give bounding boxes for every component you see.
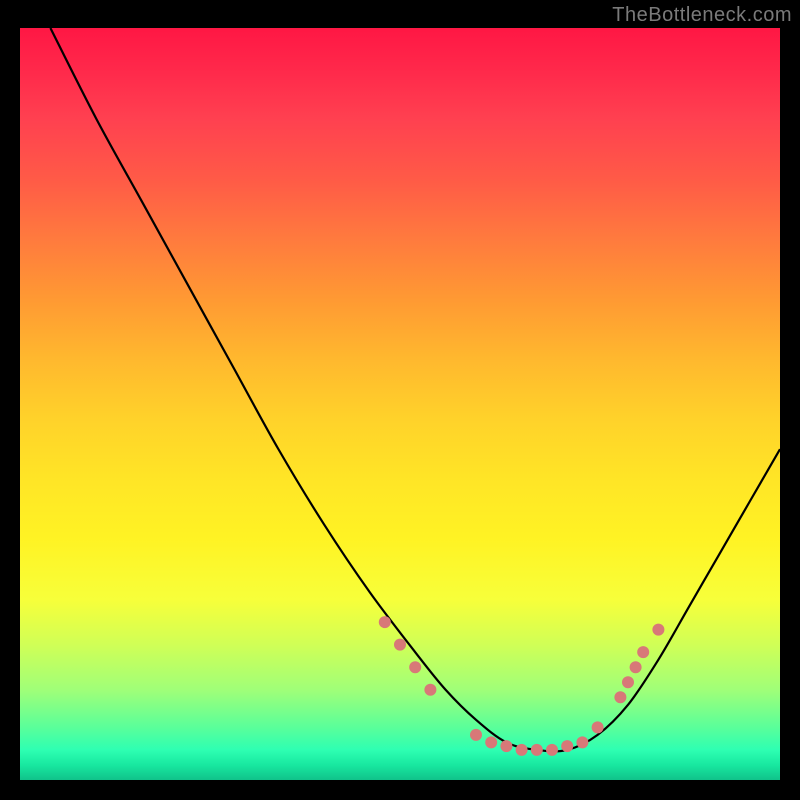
data-point-marker	[622, 676, 634, 688]
data-point-marker	[516, 744, 528, 756]
data-point-marker	[630, 661, 642, 673]
chart-plot-area	[20, 28, 780, 780]
data-point-marker	[531, 744, 543, 756]
data-point-marker	[394, 639, 406, 651]
data-point-marker	[546, 744, 558, 756]
data-point-marker	[652, 624, 664, 636]
data-point-marker	[576, 736, 588, 748]
data-point-marker	[485, 736, 497, 748]
data-point-marker	[614, 691, 626, 703]
data-point-marker	[470, 729, 482, 741]
bottleneck-curve-line	[50, 28, 780, 751]
data-point-marker	[424, 684, 436, 696]
watermark-text: TheBottleneck.com	[612, 4, 792, 27]
data-point-marker	[637, 646, 649, 658]
data-point-marker	[409, 661, 421, 673]
data-point-marker	[500, 740, 512, 752]
chart-svg	[20, 28, 780, 780]
data-point-markers	[379, 616, 665, 756]
data-point-marker	[379, 616, 391, 628]
data-point-marker	[561, 740, 573, 752]
data-point-marker	[592, 721, 604, 733]
